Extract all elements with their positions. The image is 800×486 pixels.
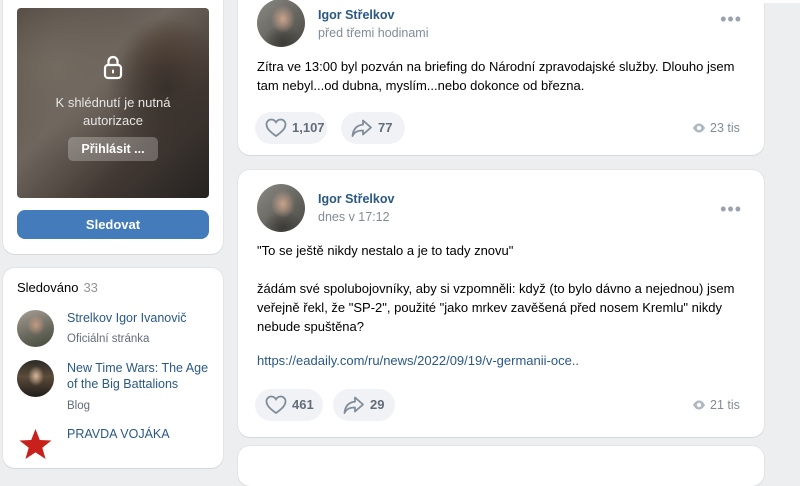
post-author-avatar[interactable] <box>257 184 305 232</box>
following-count: 33 <box>83 280 98 295</box>
post-author-name[interactable]: Igor Střelkov <box>318 8 394 22</box>
following-item[interactable]: PRAVDA VOJÁKA <box>17 426 217 476</box>
views-count: 23 tis <box>710 121 740 135</box>
post: Igor Střelkov před třemi hodinami ••• Zí… <box>238 0 764 155</box>
post-link[interactable]: https://eadaily.com/ru/news/2022/09/19/v… <box>257 351 747 370</box>
follow-button[interactable]: Sledovat <box>17 210 209 239</box>
share-count: 29 <box>370 397 385 412</box>
heart-icon <box>265 118 287 138</box>
share-count: 77 <box>378 120 393 135</box>
post-timestamp[interactable]: před třemi hodinami <box>318 26 428 40</box>
share-icon <box>343 396 364 414</box>
following-item-subtitle: Blog <box>67 400 91 412</box>
red-star-icon[interactable] <box>17 426 54 463</box>
post-text: "To se ještě nikdy nestalo a je to tady … <box>257 243 735 334</box>
page-right-margin <box>774 0 800 450</box>
eye-icon <box>693 123 705 133</box>
avatar[interactable] <box>17 360 54 397</box>
views-counter: 23 tis <box>692 121 744 137</box>
more-options-icon[interactable]: ••• <box>720 9 742 30</box>
login-button[interactable]: Přihlásit ... <box>68 137 158 161</box>
post <box>238 446 764 486</box>
post-timestamp[interactable]: dnes v 17:12 <box>318 210 390 224</box>
post-author-name[interactable]: Igor Střelkov <box>318 192 394 206</box>
like-count: 1,107 <box>292 120 325 135</box>
following-item[interactable]: Strelkov Igor Ivanovič Oficiální stránka <box>17 310 217 360</box>
following-item[interactable]: New Time Wars: The Age of the Big Battal… <box>17 360 217 412</box>
share-button[interactable]: 77 <box>341 112 405 144</box>
lock-icon <box>103 55 123 80</box>
following-card: Sledováno 33 Strelkov Igor Ivanovič Ofici… <box>3 268 223 468</box>
following-item-name[interactable]: PRAVDA VOJÁKA <box>67 426 217 442</box>
share-button[interactable]: 29 <box>333 389 395 421</box>
top-bar-edge <box>598 0 800 3</box>
following-item-subtitle: Oficiální stránka <box>67 333 150 345</box>
following-item-name[interactable]: Strelkov Igor Ivanovič <box>67 310 217 326</box>
views-count: 21 tis <box>710 398 740 412</box>
share-icon <box>351 119 372 137</box>
auth-required-text: K shlédnutí je nutná autorizace <box>55 95 171 128</box>
profile-cover-image: K shlédnutí je nutná autorizace Přihlási… <box>17 8 209 198</box>
post-author-avatar[interactable] <box>257 0 305 47</box>
profile-card: K shlédnutí je nutná autorizace Přihlási… <box>3 0 223 254</box>
following-item-name[interactable]: New Time Wars: The Age of the Big Battal… <box>67 360 217 392</box>
post: Igor Střelkov dnes v 17:12 ••• "To se je… <box>238 170 764 437</box>
avatar[interactable] <box>17 310 54 347</box>
following-header: Sledováno 33 <box>17 280 98 295</box>
eye-icon <box>693 400 705 410</box>
like-button[interactable]: 461 <box>255 389 323 421</box>
views-counter: 21 tis <box>692 398 744 414</box>
heart-icon <box>265 395 287 415</box>
like-button[interactable]: 1,107 <box>255 112 327 144</box>
more-options-icon[interactable]: ••• <box>720 199 742 220</box>
following-title: Sledováno <box>17 280 79 295</box>
post-text: Zítra ve 13:00 byl pozván na briefing do… <box>257 59 739 93</box>
like-count: 461 <box>292 397 314 412</box>
